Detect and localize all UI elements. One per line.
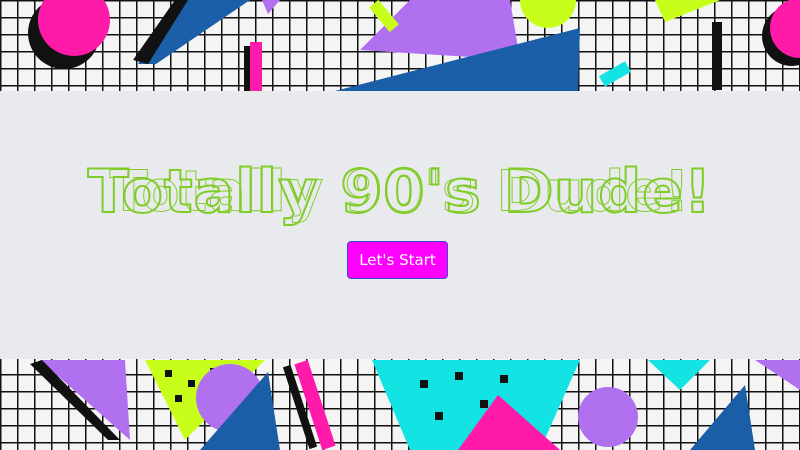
cyan-triangle-bottom <box>648 360 710 390</box>
page-title-inline: Totally 90's Dude! <box>109 159 691 225</box>
purple-triangle-bottom-right <box>755 360 800 390</box>
start-button[interactable]: Let's Start <box>347 241 448 279</box>
cyan-dot5 <box>435 412 443 420</box>
cyan-dot1 <box>420 380 428 388</box>
cyan-bar <box>599 61 631 87</box>
purple-circle-bottom-right <box>578 387 638 447</box>
navy-triangle-bottom-right <box>690 385 755 450</box>
pink-bar-shadow <box>244 46 250 92</box>
black-bar <box>712 22 722 90</box>
dot2 <box>188 380 195 387</box>
cyan-dot2 <box>455 372 463 380</box>
pink-bar <box>250 42 262 92</box>
cyan-dot3 <box>480 400 488 408</box>
lime-circle <box>520 0 576 28</box>
lime-triangle <box>655 0 720 22</box>
purple-sliver <box>262 0 280 14</box>
dot1 <box>165 370 172 377</box>
cyan-dot4 <box>500 375 508 383</box>
dot4 <box>175 395 182 402</box>
